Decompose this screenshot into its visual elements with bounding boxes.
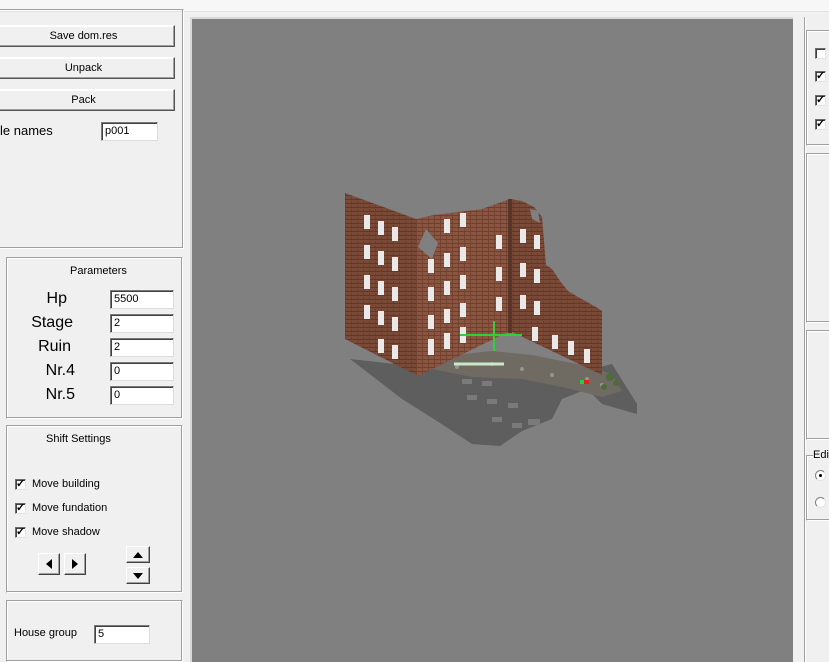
param-label-stage: Stage bbox=[31, 314, 73, 331]
move-shadow-label: Move shadow bbox=[32, 526, 100, 538]
param-label-nr4: Nr.4 bbox=[45, 362, 75, 379]
param-field-nr4[interactable]: 0 bbox=[110, 362, 174, 381]
param-label-hp: Hp bbox=[46, 290, 67, 307]
arrow-right-icon bbox=[72, 559, 78, 569]
param-field-hp[interactable]: 5500 bbox=[110, 290, 174, 309]
building-render bbox=[345, 193, 637, 446]
shift-left-button[interactable] bbox=[38, 553, 60, 575]
param-label-nr5: Nr.5 bbox=[45, 386, 75, 403]
arrow-down-icon bbox=[133, 572, 143, 579]
file-group-box bbox=[0, 9, 184, 249]
move-fundation-checkbox[interactable]: ✓ bbox=[15, 503, 26, 514]
param-field-ruin[interactable]: 2 bbox=[110, 338, 174, 357]
move-building-checkbox[interactable]: ✓ bbox=[15, 479, 26, 490]
shift-down-button[interactable] bbox=[126, 567, 150, 584]
edit-radio-1[interactable] bbox=[815, 470, 826, 481]
param-field-nr5[interactable]: 0 bbox=[110, 386, 174, 405]
shift-up-button[interactable] bbox=[126, 546, 150, 563]
shift-settings-title: Shift Settings bbox=[46, 433, 111, 445]
param-field-stage[interactable]: 2 bbox=[110, 314, 174, 333]
shift-right-button[interactable] bbox=[64, 553, 86, 575]
move-shadow-checkbox[interactable]: ✓ bbox=[15, 527, 26, 538]
right-checkbox-2[interactable]: ✓ bbox=[815, 71, 826, 82]
right-group-3 bbox=[806, 330, 829, 440]
house-group-field[interactable]: 5 bbox=[94, 625, 150, 644]
house-group-label: House group bbox=[14, 627, 77, 639]
move-fundation-label: Move fundation bbox=[32, 502, 108, 514]
edit-group-box bbox=[806, 455, 829, 521]
arrow-up-icon bbox=[133, 551, 143, 558]
building-viewport[interactable] bbox=[190, 17, 793, 662]
parameters-title: Parameters bbox=[70, 265, 127, 277]
right-checkbox-3[interactable]: ✓ bbox=[815, 95, 826, 106]
edit-group-label: Edi bbox=[813, 449, 829, 461]
param-label-ruin: Ruin bbox=[38, 338, 71, 355]
move-building-label: Move building bbox=[32, 478, 100, 490]
edit-radio-2[interactable] bbox=[815, 497, 826, 508]
right-checkbox-1[interactable] bbox=[815, 48, 826, 59]
right-group-2 bbox=[806, 153, 829, 323]
right-checkbox-4[interactable]: ✓ bbox=[815, 119, 826, 130]
arrow-left-icon bbox=[46, 559, 52, 569]
